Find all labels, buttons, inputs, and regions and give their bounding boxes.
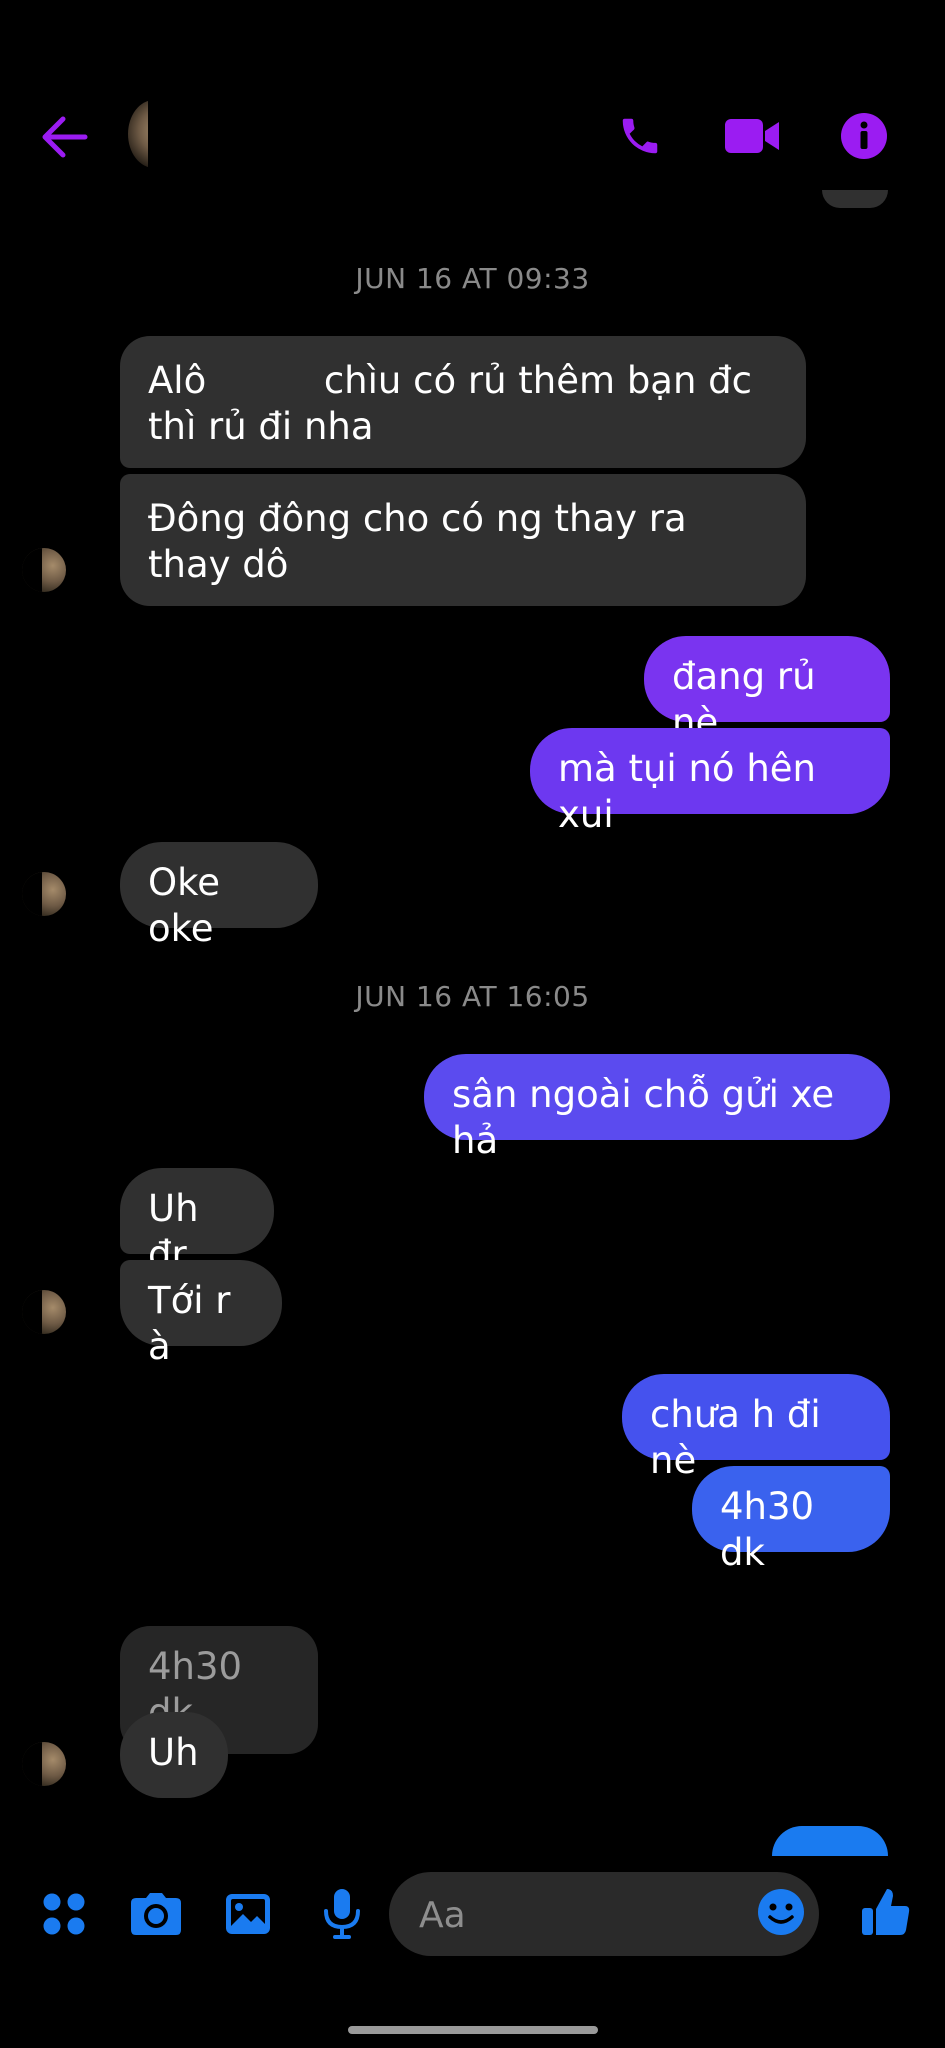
voice-message-button[interactable] xyxy=(314,1884,370,1944)
sender-avatar xyxy=(22,548,66,592)
emoji-icon xyxy=(758,1889,804,1935)
outgoing-message[interactable]: chưa h đi nè xyxy=(622,1374,890,1482)
gallery-icon xyxy=(226,1894,270,1934)
back-button[interactable] xyxy=(36,112,92,162)
call-button[interactable] xyxy=(612,108,668,164)
incoming-message[interactable]: Uh đr xyxy=(120,1168,274,1276)
sender-avatar xyxy=(22,1290,66,1334)
timestamp: JUN 16 AT 16:05 xyxy=(355,980,590,1013)
timestamp: JUN 16 AT 09:33 xyxy=(355,262,590,295)
sender-avatar xyxy=(22,872,66,916)
outgoing-message[interactable]: 4h30 dk xyxy=(692,1466,890,1574)
incoming-message[interactable]: Uh xyxy=(120,1712,228,1798)
incoming-message[interactable]: Tới r à xyxy=(120,1260,282,1368)
outgoing-message[interactable]: mà tụi nó hên xui xyxy=(530,728,890,836)
video-icon xyxy=(725,119,779,153)
incoming-message[interactable]: Oke oke xyxy=(120,842,318,950)
video-call-button[interactable] xyxy=(722,108,782,164)
incoming-message[interactable]: Alô chìu có rủ thêm bạn đc thì rủ đi nha xyxy=(120,336,806,468)
info-button[interactable] xyxy=(836,108,892,164)
partial-message-bubble xyxy=(772,1826,888,1856)
phone-icon xyxy=(622,118,658,154)
thumbs-up-icon xyxy=(862,1889,910,1935)
camera-button[interactable] xyxy=(128,1886,184,1942)
home-indicator[interactable] xyxy=(348,2026,598,2034)
emoji-button[interactable] xyxy=(757,1888,809,1940)
sender-avatar xyxy=(22,1742,66,1786)
outgoing-message[interactable]: sân ngoài chỗ gửi xe hả xyxy=(424,1054,890,1162)
like-button[interactable] xyxy=(858,1882,914,1942)
microphone-icon xyxy=(324,1889,360,1939)
outgoing-message[interactable]: đang rủ nè xyxy=(644,636,890,744)
message-composer[interactable] xyxy=(389,1872,819,1958)
arrow-left-icon xyxy=(42,116,88,158)
gallery-button[interactable] xyxy=(220,1886,276,1942)
message-input[interactable] xyxy=(417,1872,741,1958)
incoming-message[interactable]: Đông đông cho có ng thay ra thay dô xyxy=(120,474,806,606)
info-icon xyxy=(841,113,887,159)
partial-message-bubble xyxy=(822,190,888,208)
menu-dots-icon xyxy=(43,1893,85,1935)
camera-icon xyxy=(131,1893,181,1935)
contact-avatar-mask xyxy=(148,96,208,172)
more-actions-button[interactable] xyxy=(36,1886,92,1942)
